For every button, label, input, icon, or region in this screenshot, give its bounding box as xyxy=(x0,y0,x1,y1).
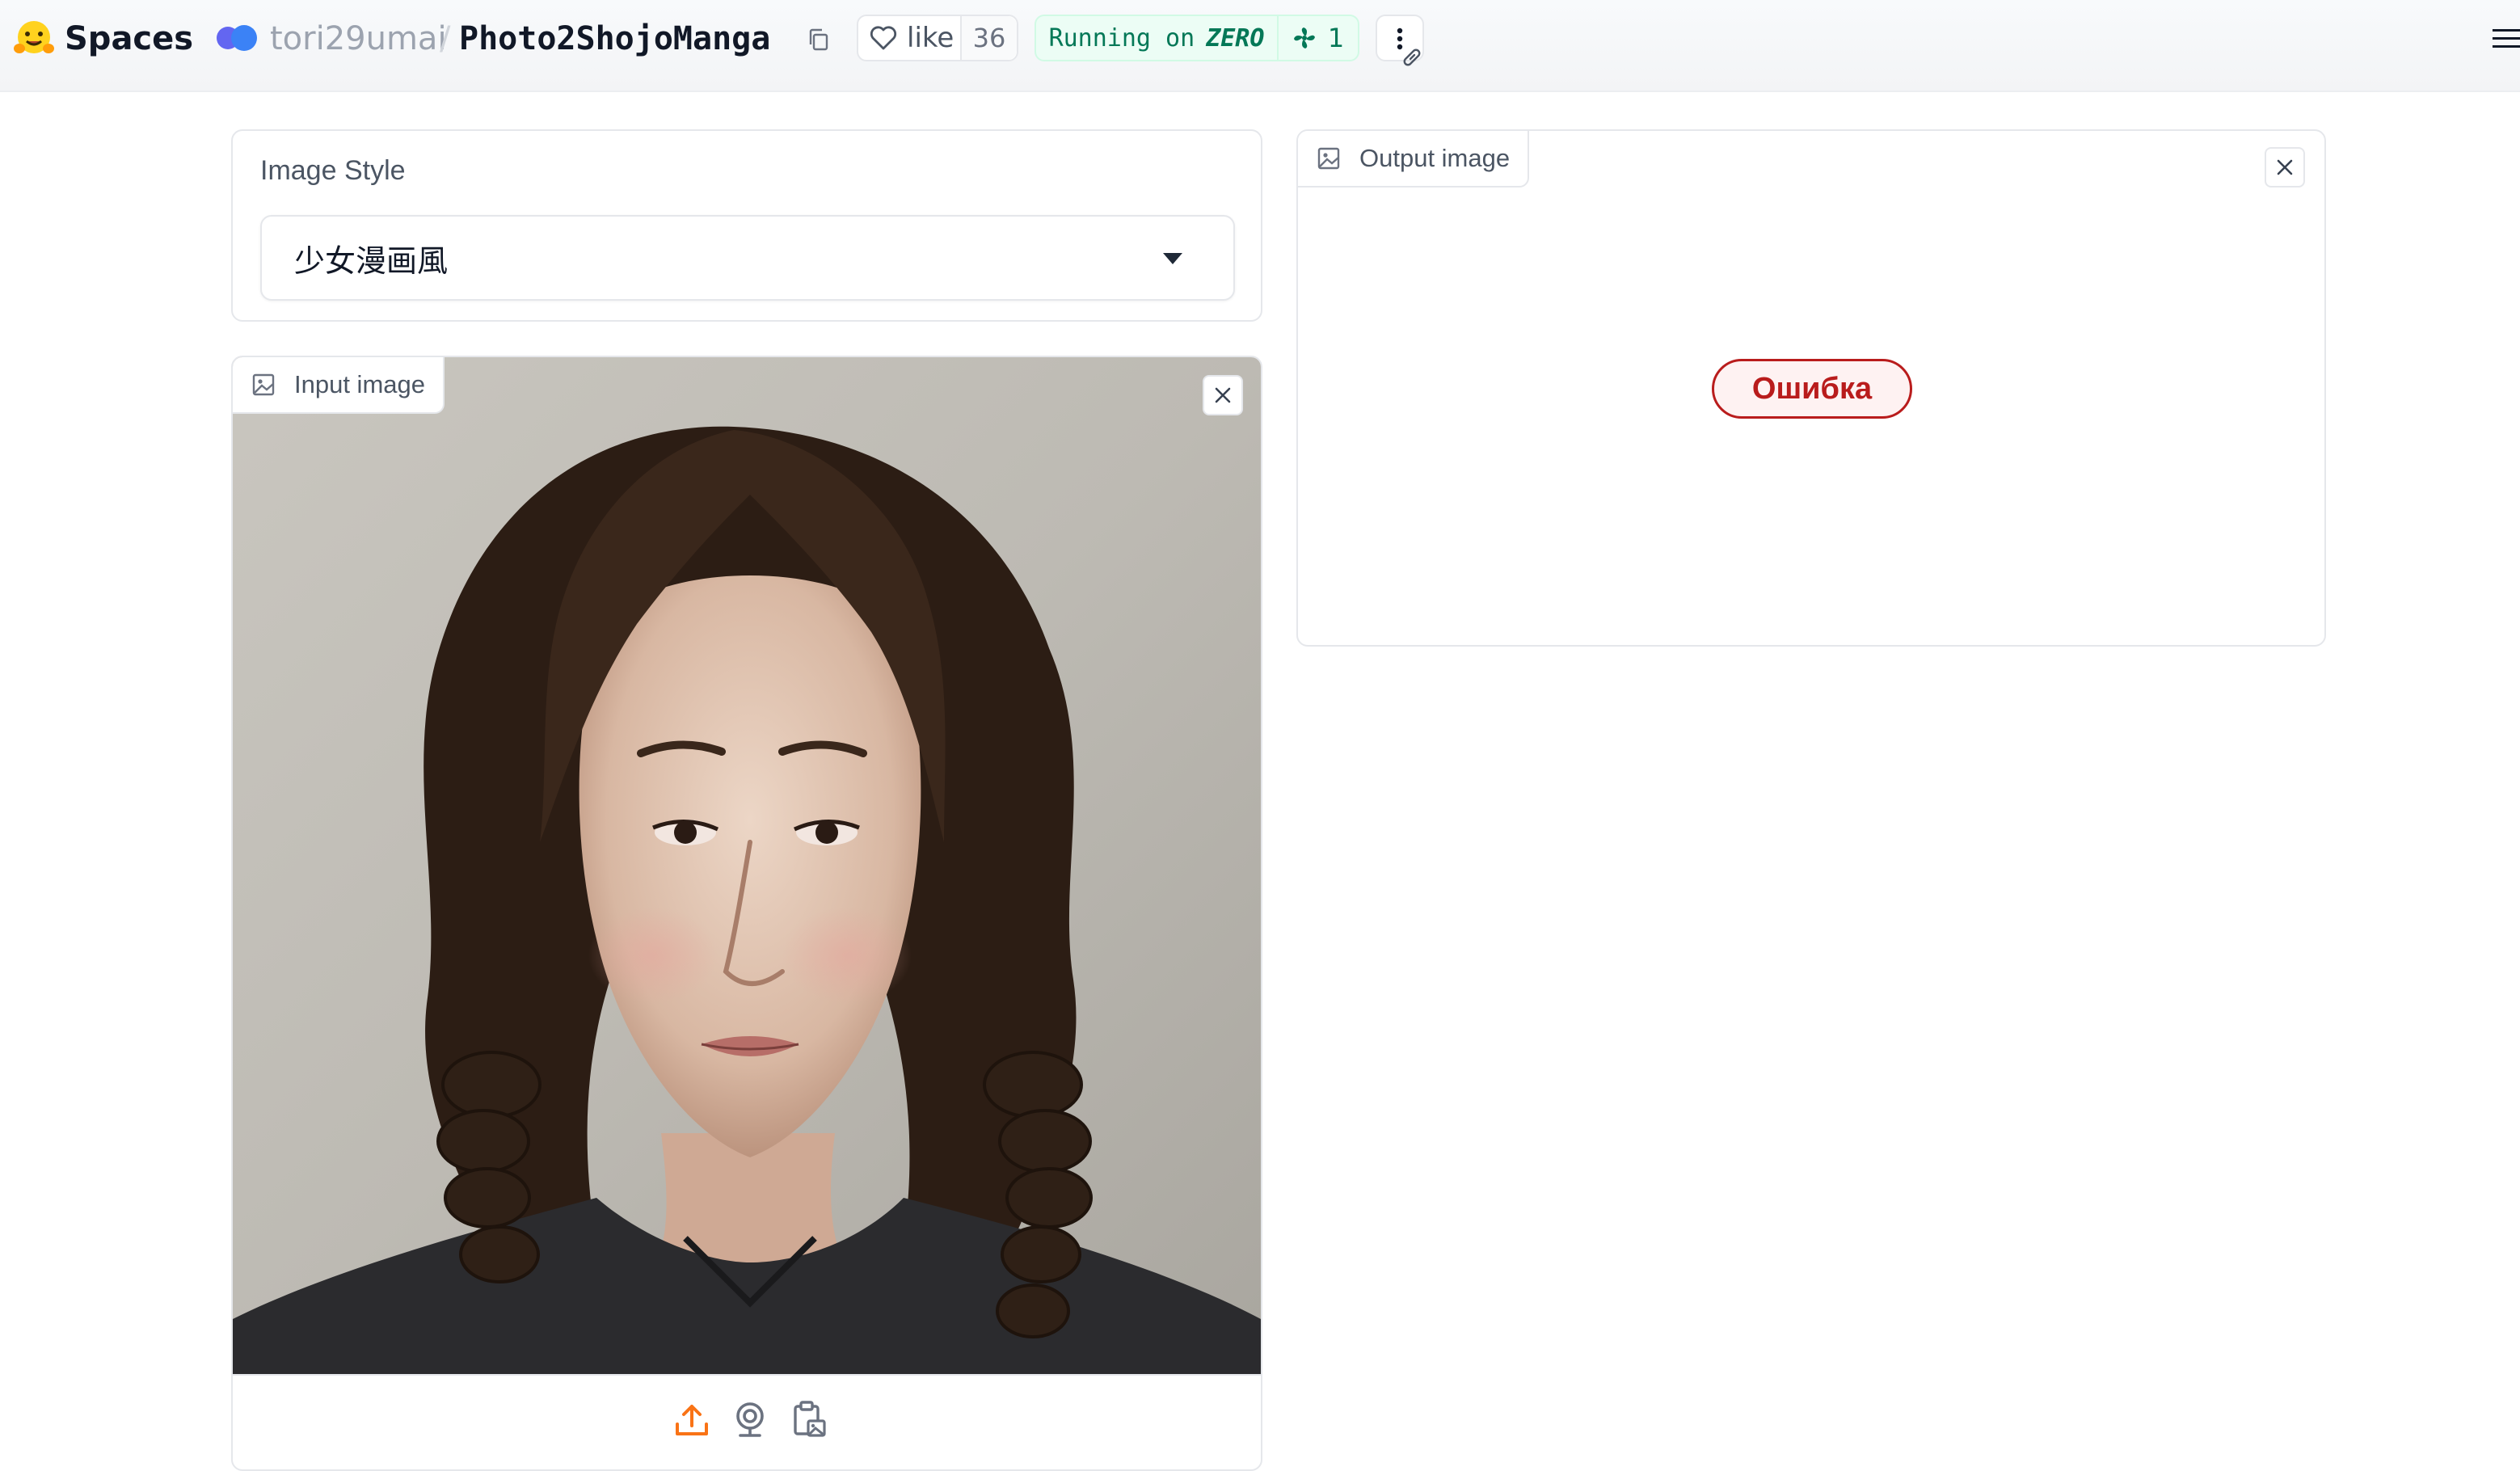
output-image-label-text: Output image xyxy=(1359,144,1511,172)
path-separator: / xyxy=(440,20,451,57)
hugging-face-icon[interactable] xyxy=(13,19,55,58)
caret-down-icon xyxy=(1163,253,1182,264)
spaces-link[interactable]: Spaces xyxy=(65,15,193,63)
copy-icon[interactable] xyxy=(807,27,831,52)
output-image-label: Output image xyxy=(1298,131,1530,188)
like-button[interactable]: like 36 xyxy=(857,15,1018,61)
clear-output-image-button[interactable] xyxy=(2265,147,2305,188)
replica-count-value: 1 xyxy=(1327,23,1345,53)
input-image-label: Input image xyxy=(233,357,445,414)
heart-icon xyxy=(870,26,897,50)
clipboard-icon[interactable] xyxy=(789,1400,828,1439)
repo-name-link[interactable]: Photo2ShojoManga xyxy=(459,15,770,63)
like-toggle[interactable]: like xyxy=(858,16,962,60)
fan-icon xyxy=(1293,27,1315,48)
input-image-preview xyxy=(233,357,1261,1374)
more-options-button[interactable] xyxy=(1376,15,1424,66)
top-bar: Spaces tori29umai / Photo2ShojoManga lik… xyxy=(0,0,2520,92)
like-count[interactable]: 36 xyxy=(962,16,1017,60)
image-source-toolbar xyxy=(233,1374,1261,1469)
like-label: like xyxy=(907,22,954,54)
clear-input-image-button[interactable] xyxy=(1203,375,1243,415)
close-icon xyxy=(1215,387,1231,403)
image-icon xyxy=(1317,147,1340,170)
image-style-value: 少女漫画風 xyxy=(294,243,449,279)
upload-icon[interactable] xyxy=(672,1400,711,1439)
owner-link[interactable]: tori29umai xyxy=(270,15,447,63)
running-hardware: ZERO xyxy=(1206,23,1265,53)
more-icon xyxy=(1397,27,1421,66)
running-status-badge[interactable]: Running on ZERO 1 xyxy=(1035,15,1359,61)
error-badge[interactable]: Ошибка xyxy=(1712,359,1912,419)
link-icon xyxy=(1403,48,1421,66)
running-prefix: Running on xyxy=(1048,23,1195,53)
portrait-image xyxy=(233,357,1261,1374)
replica-count: 1 xyxy=(1279,16,1358,60)
close-icon xyxy=(2277,159,2293,175)
image-style-card: Image Style 少女漫画風 xyxy=(231,129,1262,322)
input-image-label-text: Input image xyxy=(294,370,425,398)
image-icon xyxy=(252,373,275,396)
webcam-icon[interactable] xyxy=(731,1400,769,1439)
image-style-dropdown[interactable]: 少女漫画風 xyxy=(260,215,1235,301)
image-style-label: Image Style xyxy=(260,155,406,186)
running-status: Running on ZERO xyxy=(1036,16,1279,60)
input-image-card: Input image xyxy=(231,356,1262,1471)
output-image-card: Output image Ошибка xyxy=(1296,129,2326,647)
user-avatar[interactable] xyxy=(212,23,263,53)
menu-icon[interactable] xyxy=(2493,26,2520,50)
